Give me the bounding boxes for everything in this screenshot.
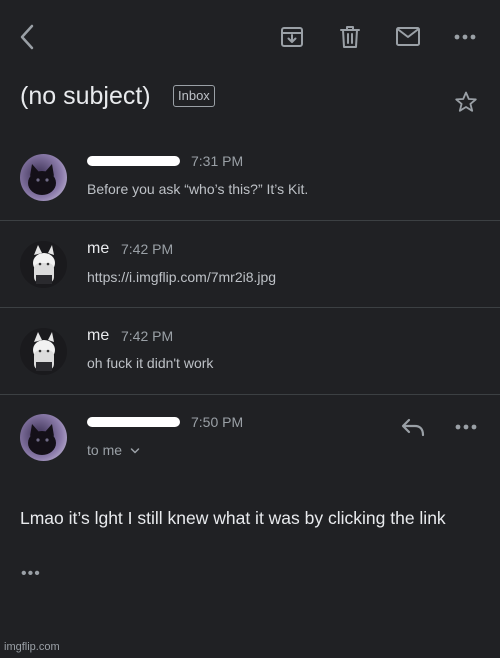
avatar (20, 328, 67, 375)
recipients-text: to me (87, 442, 123, 458)
message-time: 7:50 PM (191, 414, 244, 430)
mark-unread-button[interactable] (393, 22, 423, 52)
message-time: 7:31 PM (191, 153, 244, 169)
sender-name: me (87, 240, 110, 257)
show-trimmed-content-button[interactable]: ••• (21, 565, 41, 583)
chevron-left-icon (20, 24, 34, 50)
toolbar (0, 0, 500, 76)
more-horizontal-icon (454, 34, 476, 40)
subject-row: (no subject) Inbox (20, 78, 480, 118)
trash-icon (340, 26, 360, 48)
recipients-toggle[interactable]: to me (87, 442, 140, 458)
star-outline-icon (455, 91, 477, 112)
avatar (20, 241, 67, 288)
envelope-icon (396, 27, 420, 46)
inbox-label-chip[interactable]: Inbox (173, 85, 215, 107)
thread-subject: (no subject) (20, 82, 151, 110)
sender-name: me (87, 327, 110, 344)
more-horizontal-icon (455, 424, 477, 430)
back-button[interactable] (12, 22, 42, 52)
message-collapsed[interactable]: me 7:42 PM oh fuck it didn't work (0, 308, 500, 394)
archive-button[interactable] (277, 22, 307, 52)
reply-icon (401, 418, 425, 437)
avatar (20, 414, 67, 461)
message-collapsed[interactable]: me 7:42 PM https://i.imgflip.com/7mr2i8.… (0, 221, 500, 307)
message-time: 7:42 PM (121, 241, 174, 257)
message-more-button[interactable] (454, 423, 478, 431)
sender-name-redacted (87, 156, 180, 166)
chevron-down-icon (130, 448, 140, 454)
reply-button[interactable] (400, 417, 426, 437)
archive-icon (281, 27, 303, 47)
message-snippet: oh fuck it didn't work (87, 355, 214, 371)
message-body: Lmao it’s lght I still knew what it was … (20, 508, 446, 528)
message-collapsed[interactable]: 7:31 PM Before you ask “who’s this?” It’… (0, 140, 500, 220)
message-snippet: https://i.imgflip.com/7mr2i8.jpg (87, 269, 277, 285)
message-snippet: Before you ask “who’s this?” It’s Kit. (87, 181, 309, 197)
more-options-button[interactable] (450, 22, 480, 52)
delete-button[interactable] (335, 22, 365, 52)
avatar (20, 154, 67, 201)
watermark: imgflip.com (4, 641, 60, 653)
star-button[interactable] (454, 90, 478, 114)
message-time: 7:42 PM (121, 328, 174, 344)
sender-name-redacted (87, 417, 180, 427)
message-expanded-header: 7:50 PM to me (0, 395, 500, 485)
